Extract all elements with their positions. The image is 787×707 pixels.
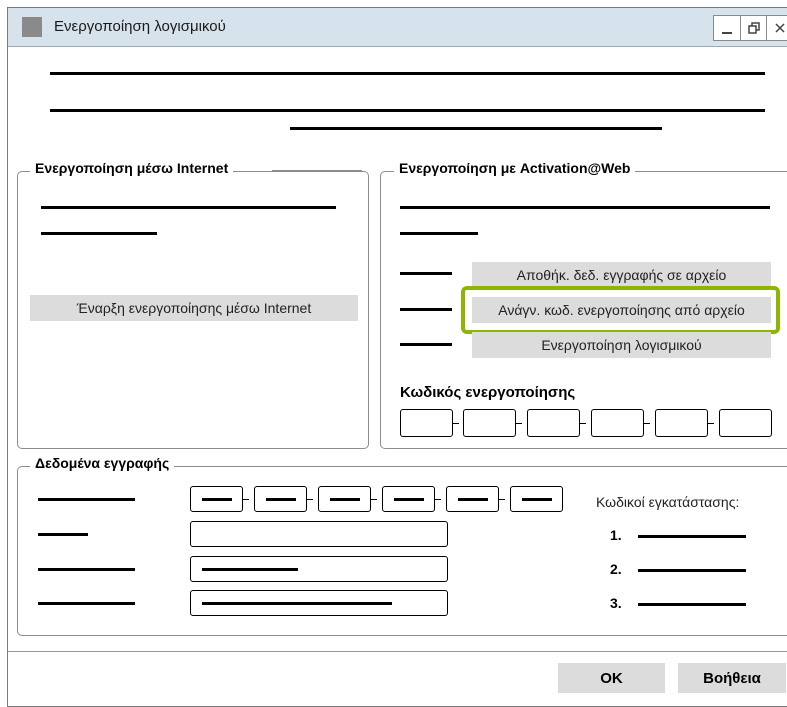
install-code-number: 2. xyxy=(610,561,622,577)
separator-dash xyxy=(580,423,586,424)
install-code-value-line xyxy=(638,569,746,572)
serial-segment-field[interactable] xyxy=(190,486,243,512)
text-line xyxy=(400,232,478,235)
serial-segment-field[interactable] xyxy=(510,486,563,512)
install-code-number: 1. xyxy=(610,527,622,543)
footer-divider xyxy=(8,651,787,652)
app-icon xyxy=(22,17,42,37)
internet-group-legend: Ενεργοποίηση μέσω Internet xyxy=(30,160,234,176)
minimize-icon[interactable] xyxy=(714,16,740,40)
close-icon[interactable] xyxy=(766,16,787,40)
serial-segment-field[interactable] xyxy=(318,486,371,512)
separator-dash xyxy=(516,423,522,424)
intro-text-line xyxy=(290,127,662,130)
separator-dash xyxy=(499,499,505,500)
step-text-line xyxy=(400,343,452,346)
window-title: Ενεργοποίηση λογισμικού xyxy=(54,18,226,35)
text-line xyxy=(41,206,336,209)
registration-text-field[interactable] xyxy=(190,590,448,616)
field-label-line xyxy=(38,568,135,571)
ok-button[interactable]: OK xyxy=(558,663,665,693)
activation-code-field[interactable] xyxy=(527,409,580,437)
intro-text-line xyxy=(50,72,765,75)
separator-dash xyxy=(453,423,459,424)
text-line xyxy=(41,232,157,235)
registration-text-field[interactable] xyxy=(190,521,448,547)
highlight-frame xyxy=(461,286,780,334)
start-internet-activation-button[interactable]: Έναρξη ενεργοποίησης μέσω Internet xyxy=(30,295,358,321)
intro-text-line xyxy=(50,109,765,112)
help-button[interactable]: Βοήθεια xyxy=(678,663,786,693)
field-label-line xyxy=(38,498,135,501)
install-codes-label: Κωδικοί εγκατάστασης: xyxy=(596,494,740,510)
separator-dash xyxy=(435,499,441,500)
serial-segment-field[interactable] xyxy=(382,486,435,512)
registration-text-field[interactable] xyxy=(190,556,448,582)
install-code-value-line xyxy=(638,603,746,606)
web-group-legend: Ενεργοποίηση με Activation@Web xyxy=(394,160,636,176)
serial-segment-field[interactable] xyxy=(254,486,307,512)
restore-icon[interactable] xyxy=(740,16,766,40)
separator-dash xyxy=(307,499,313,500)
install-code-number: 3. xyxy=(610,595,622,611)
separator-dash xyxy=(243,499,249,500)
field-label-line xyxy=(38,533,88,536)
text-line xyxy=(400,206,770,209)
serial-segment-field[interactable] xyxy=(446,486,499,512)
separator-dash xyxy=(644,423,650,424)
window-controls xyxy=(713,15,787,41)
activation-code-field[interactable] xyxy=(655,409,708,437)
activation-code-field[interactable] xyxy=(400,409,453,437)
registration-group-legend: Δεδομένα εγγραφής xyxy=(30,455,175,471)
activate-software-button[interactable]: Ενεργοποίηση λογισμικού xyxy=(472,332,771,358)
field-label-line xyxy=(38,602,135,605)
activation-code-field[interactable] xyxy=(463,409,516,437)
save-registration-data-button[interactable]: Αποθήκ. δεδ. εγγραφής σε αρχείο xyxy=(472,262,771,288)
title-bar: Ενεργοποίηση λογισμικού xyxy=(8,8,787,47)
activation-code-field[interactable] xyxy=(591,409,644,437)
separator-dash xyxy=(371,499,377,500)
step-text-line xyxy=(400,272,452,275)
separator-dash xyxy=(708,423,714,424)
step-text-line xyxy=(400,308,452,311)
activation-code-field[interactable] xyxy=(719,409,772,437)
install-code-value-line xyxy=(638,535,746,538)
activation-code-label: Κωδικός ενεργοποίησης xyxy=(400,384,576,401)
legend-rule xyxy=(272,170,362,172)
